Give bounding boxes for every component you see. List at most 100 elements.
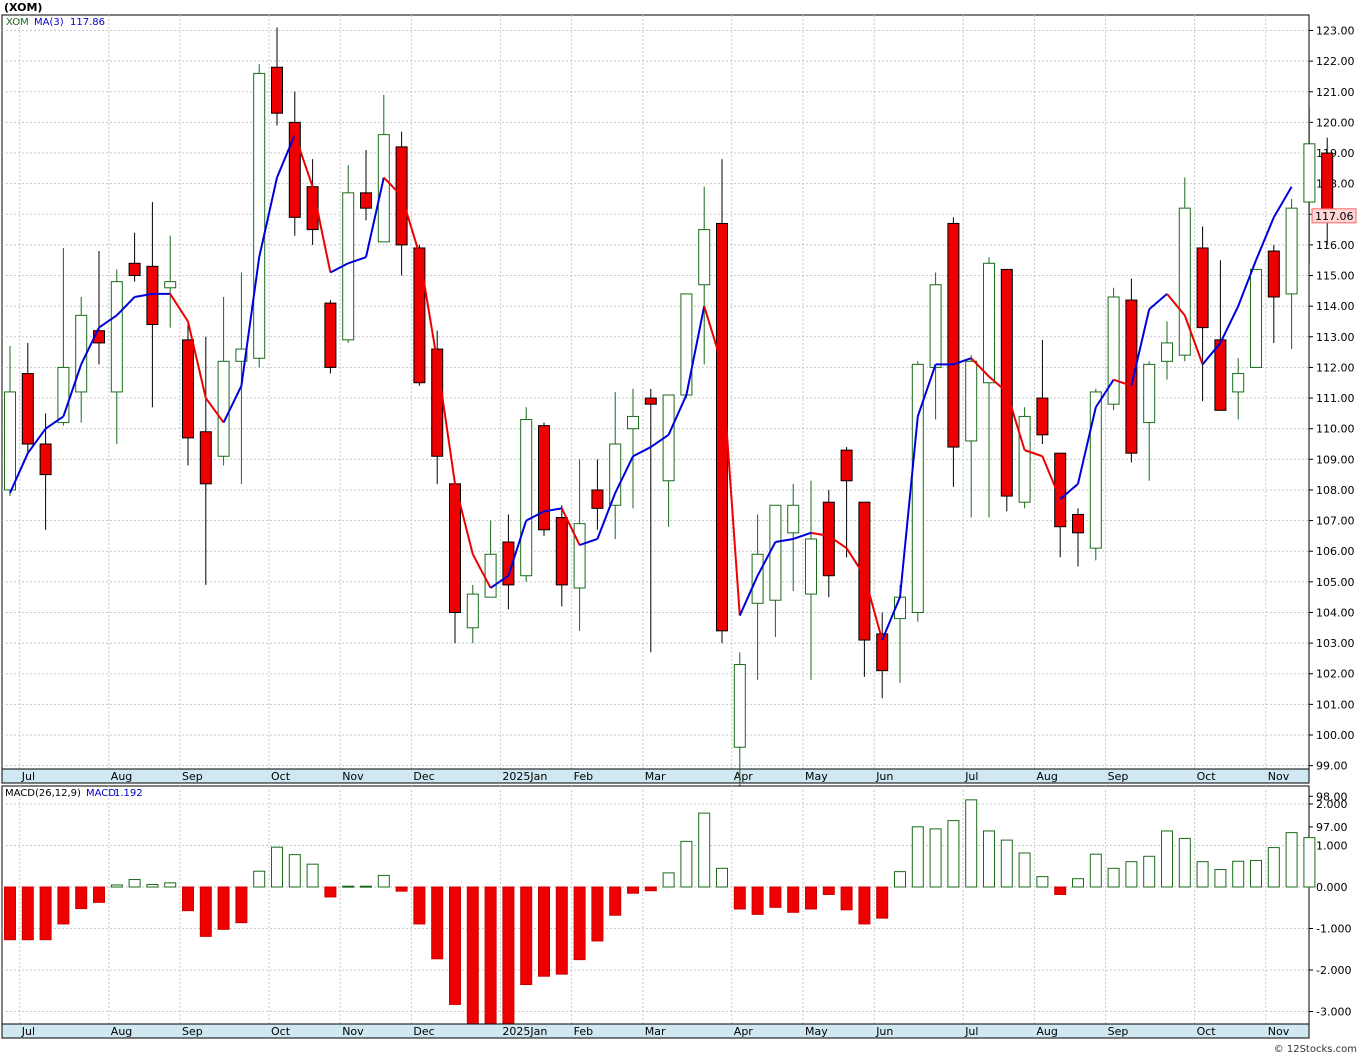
candle-body [1232,373,1245,393]
macd-x-label: Nov [342,1025,364,1038]
candle-body [733,664,746,748]
macd-bar [1072,878,1084,888]
price-tick-label: 102.00 [1316,668,1355,681]
macd-bar [395,886,408,892]
macd-bar [235,886,248,924]
macd-bar [1018,852,1031,888]
price-x-label: May [805,770,828,783]
candle-body [1018,415,1031,503]
candle-body [591,489,604,509]
macd-bar [164,882,177,888]
macd-bar [271,846,283,888]
macd-bar [1054,886,1067,895]
macd-bar [217,886,230,930]
macd-bar [822,886,835,895]
price-x-label: Dec [413,770,434,783]
candle-body [555,517,568,586]
price-tick-label: 120.00 [1316,116,1355,129]
macd-bar [21,886,34,941]
candle-body [644,397,657,405]
candle-body [271,66,283,114]
price-x-label: Sep [182,770,203,783]
price-x-label: Oct [1197,770,1217,783]
candle-body [466,593,479,629]
macd-bar [858,886,871,925]
macd-bar [377,874,390,888]
macd-bar [1089,853,1102,888]
macd-bar [1143,855,1156,888]
macd-tick-label: 1.000 [1316,840,1348,853]
price-x-label: Jul [964,770,978,783]
candle-body [39,443,52,476]
macd-bar [484,886,497,1025]
macd-bar [199,886,212,937]
price-tick-label: 104.00 [1316,606,1355,619]
candle-body [1089,391,1102,549]
macd-bar [947,820,960,888]
stock-chart: 97.0098.0099.00100.00101.00102.00103.001… [1,1,1357,1055]
macd-bar [1303,837,1316,888]
macd-bar [733,886,746,910]
macd-x-label: Sep [182,1025,203,1038]
macd-bar [1214,869,1227,888]
price-legend-ma: MA(3) [34,17,64,28]
macd-bar [644,886,657,892]
macd-bar [1000,839,1013,888]
candle-body [911,363,924,613]
price-tick-label: 109.00 [1316,453,1355,466]
macd-bar [1267,847,1280,888]
candle-body [1321,152,1334,212]
candle-body [199,431,212,485]
macd-bar [1161,830,1173,888]
candle-body [1125,299,1138,454]
candle-body [1143,363,1156,424]
price-tick-label: 123.00 [1316,25,1355,38]
macd-bar [627,886,639,894]
macd-bar [1036,876,1049,888]
candle-body [377,134,390,243]
macd-x-label: Jul [964,1025,978,1038]
candle-body [217,360,230,457]
macd-bar [911,826,924,888]
macd-bar [324,886,337,898]
macd-panel: -3.000 -2.000 -1.000 0.000 1.000 2.000 MACD(26… [1,785,1351,1039]
macd-x-label: Aug [111,1025,132,1038]
macd-bar [1196,861,1209,888]
candle-body [21,373,34,445]
candle-body [1178,207,1191,356]
macd-bar [751,886,764,915]
macd-bar [680,840,693,888]
price-x-label: Jul [21,770,35,783]
macd-bar [431,886,444,960]
macd-bar [39,886,52,941]
macd-legend-value-label: MACD [86,788,116,799]
price-x-label: Aug [111,770,132,783]
price-tick-label: 107.00 [1316,515,1355,528]
price-x-label: Sep [1108,770,1129,783]
macd-bar [182,886,194,912]
macd-bar [716,867,728,888]
price-tick-label: 112.00 [1316,361,1355,374]
candle-body [627,415,639,430]
price-x-label: Aug [1036,770,1057,783]
candle-body [484,553,497,598]
macd-bar [1250,859,1262,888]
candle-body [947,222,960,448]
candle-body [164,281,177,289]
candle-body [75,314,88,393]
macd-plot-area [1,785,1310,1025]
candle-body [983,262,995,384]
price-x-label: 2025Jan [502,770,547,783]
price-tick-label: 116.00 [1316,239,1355,252]
macd-x-label: Aug [1036,1025,1057,1038]
candle-body [1036,397,1049,436]
candle-body [1303,143,1316,203]
macd-bar [805,886,817,910]
candle-body [840,449,853,482]
macd-tick-label: 0.000 [1316,881,1348,894]
candle-body [1214,339,1227,411]
candle-body [751,553,764,604]
price-tick-label: 99.00 [1316,760,1348,773]
macd-bar [1285,832,1298,888]
price-x-label: Oct [271,770,291,783]
